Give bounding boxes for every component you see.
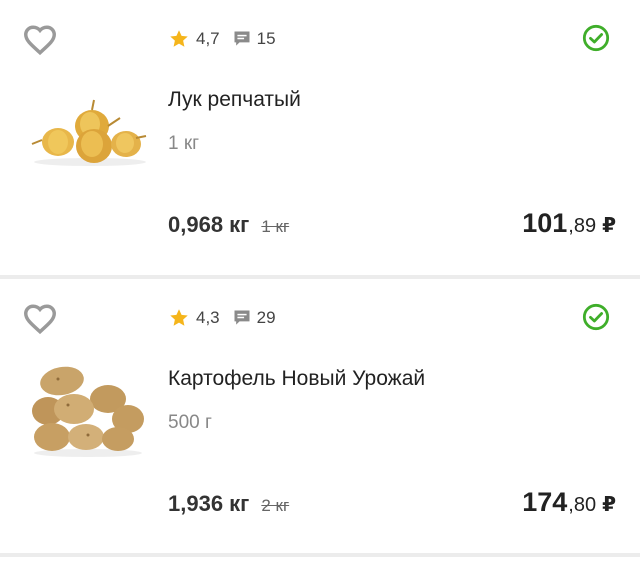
product-price: 174 ,80 ₽ <box>522 487 616 518</box>
weight-info: 1,936 кг 2 кг <box>168 491 289 517</box>
rating-value: 4,3 <box>196 308 220 327</box>
price-integer: 101 <box>522 208 568 238</box>
potato-image <box>32 366 144 457</box>
currency-symbol: ₽ <box>602 494 616 516</box>
check-circle-icon <box>582 24 610 52</box>
heart-icon[interactable] <box>22 301 58 337</box>
comment-icon <box>234 31 250 46</box>
product-title[interactable]: Картофель Новый Урожай <box>168 367 425 391</box>
product-card[interactable]: 4,3 29 Картофель Новый Урожай 500 г 1,93… <box>0 279 640 553</box>
onion-image <box>31 99 147 166</box>
reviews-count: 15 <box>256 29 276 48</box>
star-icon <box>170 30 188 47</box>
actual-weight: 0,968 кг <box>168 212 250 237</box>
star-icon <box>170 309 188 326</box>
product-unit: 1 кг <box>168 133 200 154</box>
card-divider <box>0 553 640 557</box>
product-card[interactable]: 4,7 15 Лук репчатый 1 кг 0,968 кг 1 кг 1… <box>0 0 640 275</box>
ordered-weight: 1 кг <box>261 217 290 236</box>
price-fraction: ,89 <box>568 215 597 237</box>
product-title[interactable]: Лук репчатый <box>168 88 301 112</box>
product-unit: 500 г <box>168 412 212 433</box>
currency-symbol: ₽ <box>602 215 616 237</box>
ordered-weight: 2 кг <box>261 496 290 515</box>
check-circle-icon <box>582 303 610 331</box>
product-price: 101 ,89 ₽ <box>522 208 616 239</box>
reviews-count: 29 <box>256 308 276 327</box>
weight-info: 0,968 кг 1 кг <box>168 212 289 238</box>
price-fraction: ,80 <box>568 494 597 516</box>
comment-icon <box>234 310 250 325</box>
price-integer: 174 <box>522 487 568 517</box>
heart-icon[interactable] <box>22 22 58 58</box>
rating-value: 4,7 <box>196 29 220 48</box>
product-meta: 4,3 29 <box>168 305 276 331</box>
product-meta: 4,7 15 <box>168 26 276 52</box>
actual-weight: 1,936 кг <box>168 491 250 516</box>
